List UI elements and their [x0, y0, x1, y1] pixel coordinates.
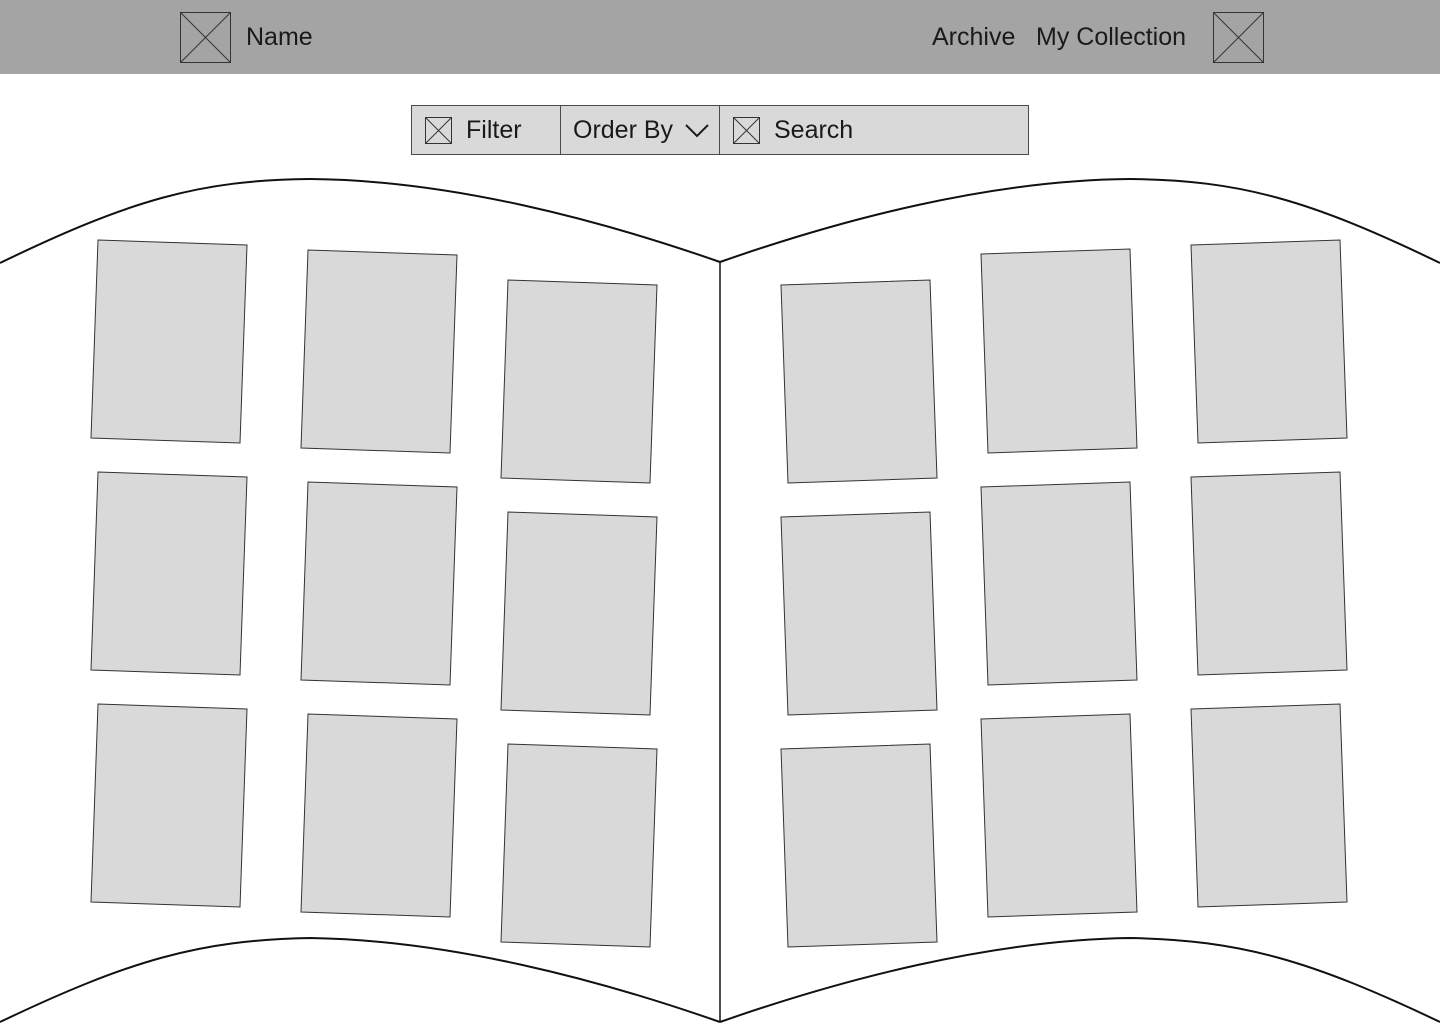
page: Name Archive My Collection Filter Order …: [0, 0, 1440, 1024]
card-left-7[interactable]: [90, 703, 248, 908]
card-left-9[interactable]: [500, 743, 658, 948]
card-left-2[interactable]: [300, 249, 458, 454]
top-header: Name Archive My Collection: [0, 0, 1440, 74]
card-left-8[interactable]: [300, 713, 458, 918]
chevron-down-icon: [685, 124, 709, 143]
nav-archive-link[interactable]: Archive: [932, 20, 1015, 54]
toolbar: Filter Order By Search: [411, 105, 1029, 155]
card-left-4[interactable]: [90, 471, 248, 676]
card-left-5[interactable]: [300, 481, 458, 686]
logo-placeholder-icon: [180, 12, 231, 63]
card-right-8[interactable]: [980, 713, 1138, 918]
order-by-label: Order By: [573, 116, 674, 144]
book-bottom-edge-left: [0, 936, 721, 1023]
card-right-9[interactable]: [1190, 703, 1348, 908]
card-right-4[interactable]: [780, 511, 938, 716]
book-bottom-edge-right: [719, 936, 1440, 1023]
card-right-6[interactable]: [1190, 471, 1348, 676]
brand-name: Name: [246, 23, 313, 51]
filter-button[interactable]: Filter: [412, 106, 561, 154]
card-right-3[interactable]: [1190, 239, 1348, 444]
avatar-placeholder-icon[interactable]: [1213, 12, 1264, 63]
card-right-5[interactable]: [980, 481, 1138, 686]
card-right-1[interactable]: [780, 279, 938, 484]
card-left-6[interactable]: [500, 511, 658, 716]
filter-label: Filter: [466, 116, 522, 144]
nav-my-collection-link[interactable]: My Collection: [1036, 20, 1186, 54]
search-field[interactable]: Search: [720, 106, 1028, 154]
card-left-3[interactable]: [500, 279, 658, 484]
search-placeholder-text: Search: [774, 116, 854, 144]
filter-placeholder-icon: [425, 117, 452, 149]
search-placeholder-icon: [733, 117, 760, 149]
card-right-7[interactable]: [780, 743, 938, 948]
card-left-1[interactable]: [90, 239, 248, 444]
card-right-2[interactable]: [980, 248, 1138, 454]
order-by-dropdown[interactable]: Order By: [561, 106, 720, 154]
